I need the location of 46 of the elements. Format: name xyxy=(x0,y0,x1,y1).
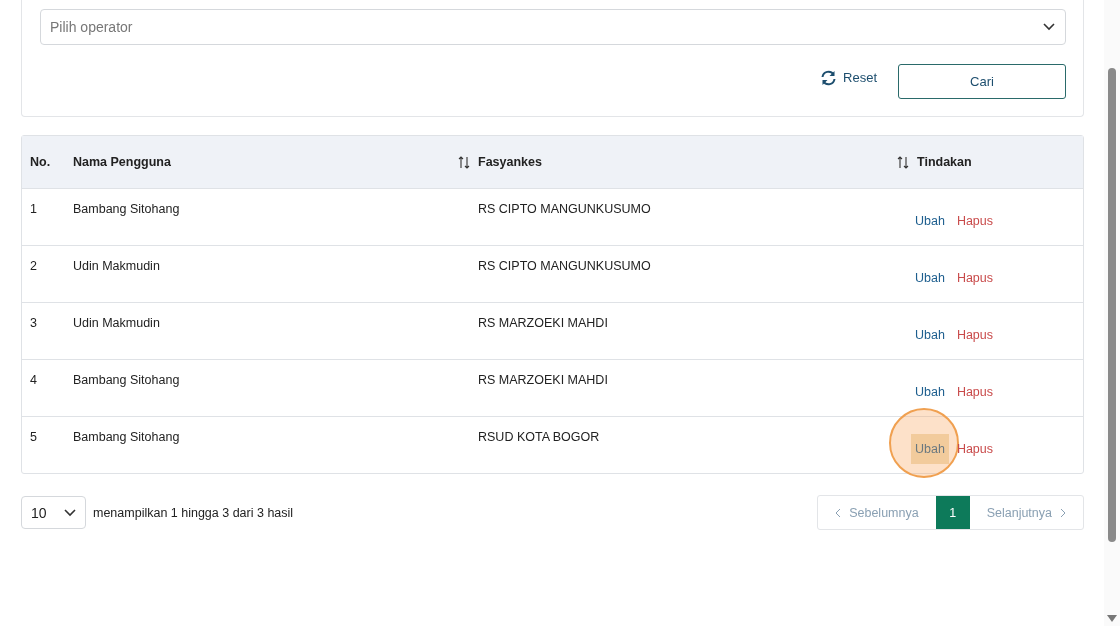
sort-icon[interactable] xyxy=(458,155,470,169)
edit-link[interactable]: Ubah xyxy=(911,434,949,464)
delete-link[interactable]: Hapus xyxy=(952,434,998,464)
delete-link[interactable]: Hapus xyxy=(952,377,998,407)
chevron-right-icon xyxy=(1060,507,1066,518)
reset-button[interactable]: Reset xyxy=(820,69,877,86)
table-cell-text: 5 xyxy=(29,429,38,444)
chevron-left-icon xyxy=(835,507,842,518)
table-cell-text: Bambang Sitohang xyxy=(72,201,181,216)
table-cell-text: Bambang Sitohang xyxy=(72,372,181,387)
page-size-select[interactable]: 10 xyxy=(21,496,86,529)
table-cell-text: 4 xyxy=(29,372,38,387)
table-cell-text: Udin Makmudin xyxy=(72,258,161,273)
search-button[interactable]: Cari xyxy=(898,64,1066,99)
table-cell-text: RSUD KOTA BOGOR xyxy=(477,429,601,444)
results-summary: menampilkan 1 hingga 3 dari 3 hasil xyxy=(93,505,294,520)
previous-button[interactable]: Sebelumnya xyxy=(818,496,936,529)
table-cell-text: RS CIPTO MANGUNKUSUMO xyxy=(477,258,652,273)
table-cell-text: 2 xyxy=(29,258,38,273)
table-cell-text: Bambang Sitohang xyxy=(72,429,181,444)
delete-link[interactable]: Hapus xyxy=(952,320,998,350)
chevron-down-icon xyxy=(64,508,76,517)
edit-link[interactable]: Ubah xyxy=(911,377,949,407)
table-cell-text: 3 xyxy=(29,315,38,330)
sort-icon[interactable] xyxy=(897,155,909,169)
operator-select[interactable]: Pilih operator xyxy=(40,9,1066,45)
table-cell-text: Udin Makmudin xyxy=(72,315,161,330)
column-header: Tindakan xyxy=(917,155,972,169)
edit-link[interactable]: Ubah xyxy=(911,320,949,350)
edit-link[interactable]: Ubah xyxy=(911,263,949,293)
table-cell-text: RS MARZOEKI MAHDI xyxy=(477,372,609,387)
column-header: Fasyankes xyxy=(478,155,542,169)
delete-link[interactable]: Hapus xyxy=(952,206,998,236)
table-cell-text: 1 xyxy=(29,201,38,216)
table-cell-text: RS MARZOEKI MAHDI xyxy=(477,315,609,330)
chevron-down-icon xyxy=(1043,23,1055,31)
table-cell-text: RS CIPTO MANGUNKUSUMO xyxy=(477,201,652,216)
delete-link[interactable]: Hapus xyxy=(952,263,998,293)
column-header: Nama Pengguna xyxy=(73,155,171,169)
column-header: No. xyxy=(30,155,51,169)
refresh-icon xyxy=(820,69,838,86)
scrollbar[interactable] xyxy=(1104,0,1120,626)
next-button[interactable]: Selanjutnya xyxy=(969,496,1083,529)
scroll-down-icon[interactable] xyxy=(1107,615,1117,622)
page-button[interactable]: 1 xyxy=(935,496,970,529)
edit-link[interactable]: Ubah xyxy=(911,206,949,236)
